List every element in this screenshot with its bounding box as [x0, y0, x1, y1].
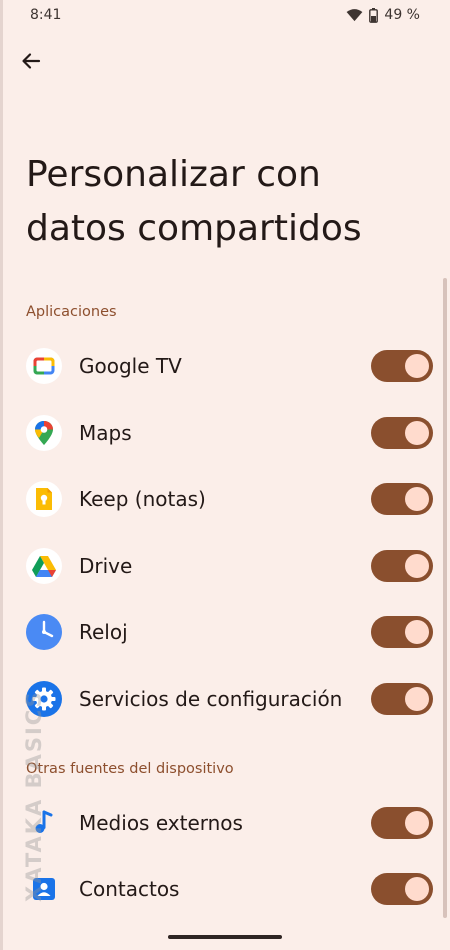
page-title: Personalizar con datos compartidos — [26, 154, 362, 249]
row-settings-services[interactable]: Servicios de configuración — [0, 666, 450, 732]
row-label: Google TV — [79, 354, 182, 378]
maps-icon — [26, 415, 62, 451]
row-label: Servicios de configuración — [79, 687, 343, 711]
google-tv-icon — [26, 348, 62, 384]
watermark-text: XATAKA BASICS — [22, 690, 46, 902]
row-contacts[interactable]: Contactos — [0, 856, 450, 922]
row-google-tv[interactable]: Google TV — [0, 333, 450, 399]
row-clock[interactable]: Reloj — [0, 599, 450, 665]
contacts-toggle[interactable] — [371, 873, 433, 905]
clock-icon — [26, 614, 62, 650]
toggle-knob — [405, 811, 429, 835]
row-label: Keep (notas) — [79, 487, 206, 511]
row-external-media[interactable]: Medios externos — [0, 790, 450, 856]
status-icons: 49 % — [346, 7, 420, 23]
settings-services-toggle[interactable] — [371, 683, 433, 715]
toggle-knob — [405, 421, 429, 445]
row-label: Medios externos — [79, 811, 243, 835]
row-label: Maps — [79, 421, 132, 445]
back-button[interactable] — [14, 44, 48, 78]
arrow-back-icon — [22, 53, 41, 69]
keep-icon — [26, 481, 62, 517]
drive-toggle[interactable] — [371, 550, 433, 582]
row-maps[interactable]: Maps — [0, 400, 450, 466]
watermark: XATAKA BASICS — [20, 676, 50, 938]
toggle-knob — [405, 687, 429, 711]
row-keep[interactable]: Keep (notas) — [0, 466, 450, 532]
toggle-knob — [405, 487, 429, 511]
external-media-toggle[interactable] — [371, 807, 433, 839]
section-header-device: Otras fuentes del dispositivo — [26, 761, 234, 777]
row-label: Reloj — [79, 620, 128, 644]
status-bar: 8:41 49 % — [0, 0, 450, 34]
battery-icon — [369, 7, 379, 23]
toggle-knob — [405, 354, 429, 378]
row-drive[interactable]: Drive — [0, 533, 450, 599]
toggle-knob — [405, 877, 429, 901]
google-tv-toggle[interactable] — [371, 350, 433, 382]
wifi-icon — [347, 8, 363, 21]
keep-toggle[interactable] — [371, 483, 433, 515]
toggle-knob — [405, 620, 429, 644]
maps-toggle[interactable] — [371, 417, 433, 449]
home-indicator[interactable] — [168, 935, 282, 939]
drive-icon — [26, 548, 62, 584]
battery-percent: 49 % — [384, 7, 420, 23]
toggle-knob — [405, 554, 429, 578]
status-time: 8:41 — [30, 7, 62, 23]
section-header-apps: Aplicaciones — [26, 304, 117, 320]
row-label: Drive — [79, 554, 133, 578]
row-label: Contactos — [79, 877, 180, 901]
clock-toggle[interactable] — [371, 616, 433, 648]
